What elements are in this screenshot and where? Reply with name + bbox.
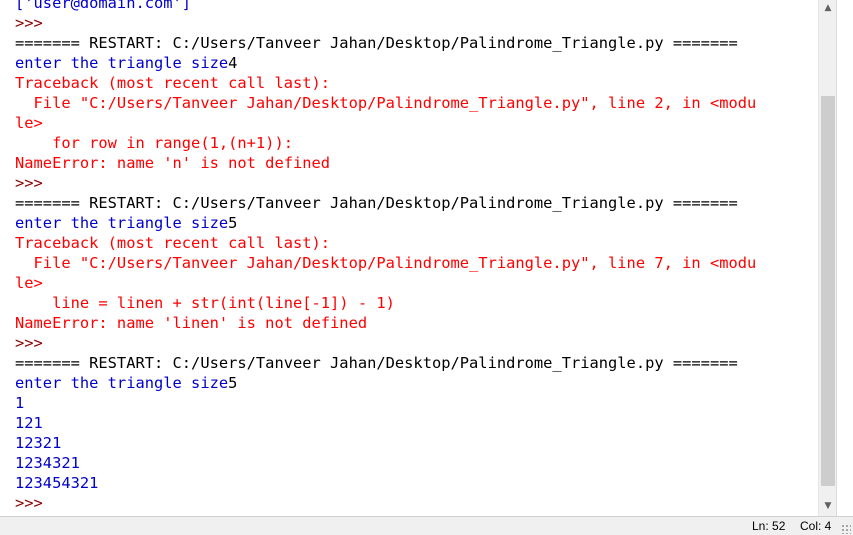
shell-line: 1: [15, 393, 756, 413]
shell-error-text: line = linen + str(int(line[-1]) - 1): [15, 294, 395, 312]
shell-line: >>>: [15, 333, 756, 353]
shell-line: ['user@domain.com']: [15, 0, 756, 13]
shell-prompt-text-text: enter the triangle size: [15, 54, 229, 72]
shell-stdout-text: ['user@domain.com']: [15, 0, 192, 12]
status-bar: Ln: 52 Col: 4: [0, 516, 853, 535]
shell-line: 1234321: [15, 453, 756, 473]
resize-grip-icon[interactable]: [841, 524, 851, 534]
shell-line: ======= RESTART: C:/Users/Tanveer Jahan/…: [15, 33, 756, 53]
shell-prompt-text: >>>: [15, 494, 53, 512]
shell-line: enter the triangle size4: [15, 53, 756, 73]
shell-stdout-text: 1234321: [15, 454, 80, 472]
shell-error-text: NameError: name 'linen' is not defined: [15, 314, 368, 332]
shell-line: NameError: name 'n' is not defined: [15, 153, 756, 173]
shell-line: le>: [15, 113, 756, 133]
shell-line: line = linen + str(int(line[-1]) - 1): [15, 293, 756, 313]
shell-error-text: le>: [15, 114, 43, 132]
shell-stdout-text: 1: [15, 394, 25, 412]
shell-error-text: File "C:/Users/Tanveer Jahan/Desktop/Pal…: [15, 254, 757, 272]
shell-restart-text: ======= RESTART: C:/Users/Tanveer Jahan/…: [15, 194, 738, 212]
chevron-down-icon[interactable]: ▼: [819, 498, 837, 514]
window-edge: [836, 0, 853, 516]
shell-line: for row in range(1,(n+1)):: [15, 133, 756, 153]
shell-stdout-text: 121: [15, 414, 43, 432]
shell-line: File "C:/Users/Tanveer Jahan/Desktop/Pal…: [15, 253, 757, 273]
shell-prompt-text-text: enter the triangle size: [15, 374, 229, 392]
shell-input-text: 5: [228, 374, 238, 392]
scrollbar-thumb[interactable]: [821, 96, 835, 486]
shell-error-text: Traceback (most recent call last):: [15, 234, 331, 252]
shell-lines: ['user@domain.com'] >>> ======= RESTART: …: [15, 0, 756, 513]
shell-error-text: NameError: name 'n' is not defined: [15, 154, 331, 172]
shell-line: ======= RESTART: C:/Users/Tanveer Jahan/…: [15, 353, 756, 373]
shell-line: NameError: name 'linen' is not defined: [15, 313, 756, 333]
shell-prompt-text-text: enter the triangle size: [15, 214, 229, 232]
shell-line: >>>: [15, 493, 756, 513]
shell-prompt-text: >>>: [15, 334, 53, 352]
shell-prompt-text: >>>: [15, 14, 53, 32]
shell-line: 12321: [15, 433, 756, 453]
shell-line: 123454321: [15, 473, 756, 493]
shell-error-text: File "C:/Users/Tanveer Jahan/Desktop/Pal…: [15, 94, 757, 112]
shell-line: 121: [15, 413, 756, 433]
vertical-scrollbar[interactable]: ▲ ▼: [818, 0, 837, 516]
chevron-up-icon[interactable]: ▲: [819, 0, 837, 16]
shell-line: enter the triangle size5: [15, 213, 756, 233]
status-column-number: Col: 4: [800, 519, 832, 533]
shell-prompt-text: >>>: [15, 174, 53, 192]
shell-error-text: le>: [15, 274, 43, 292]
shell-restart-text: ======= RESTART: C:/Users/Tanveer Jahan/…: [15, 34, 738, 52]
shell-text-area[interactable]: ['user@domain.com'] >>> ======= RESTART: …: [0, 0, 818, 516]
shell-line: >>>: [15, 173, 756, 193]
shell-line: enter the triangle size5: [15, 373, 756, 393]
shell-line: ======= RESTART: C:/Users/Tanveer Jahan/…: [15, 193, 756, 213]
shell-input-text: 5: [228, 214, 238, 232]
shell-line: Traceback (most recent call last):: [15, 233, 756, 253]
shell-stdout-text: 12321: [15, 434, 62, 452]
shell-stdout-text: 123454321: [15, 474, 99, 492]
shell-line: File "C:/Users/Tanveer Jahan/Desktop/Pal…: [15, 93, 757, 113]
shell-input-text: 4: [228, 54, 238, 72]
shell-line: >>>: [15, 13, 756, 33]
shell-restart-text: ======= RESTART: C:/Users/Tanveer Jahan/…: [15, 354, 738, 372]
status-line-number: Ln: 52: [752, 519, 786, 533]
shell-line: le>: [15, 273, 756, 293]
shell-error-text: for row in range(1,(n+1)):: [15, 134, 293, 152]
shell-line: Traceback (most recent call last):: [15, 73, 756, 93]
shell-error-text: Traceback (most recent call last):: [15, 74, 331, 92]
